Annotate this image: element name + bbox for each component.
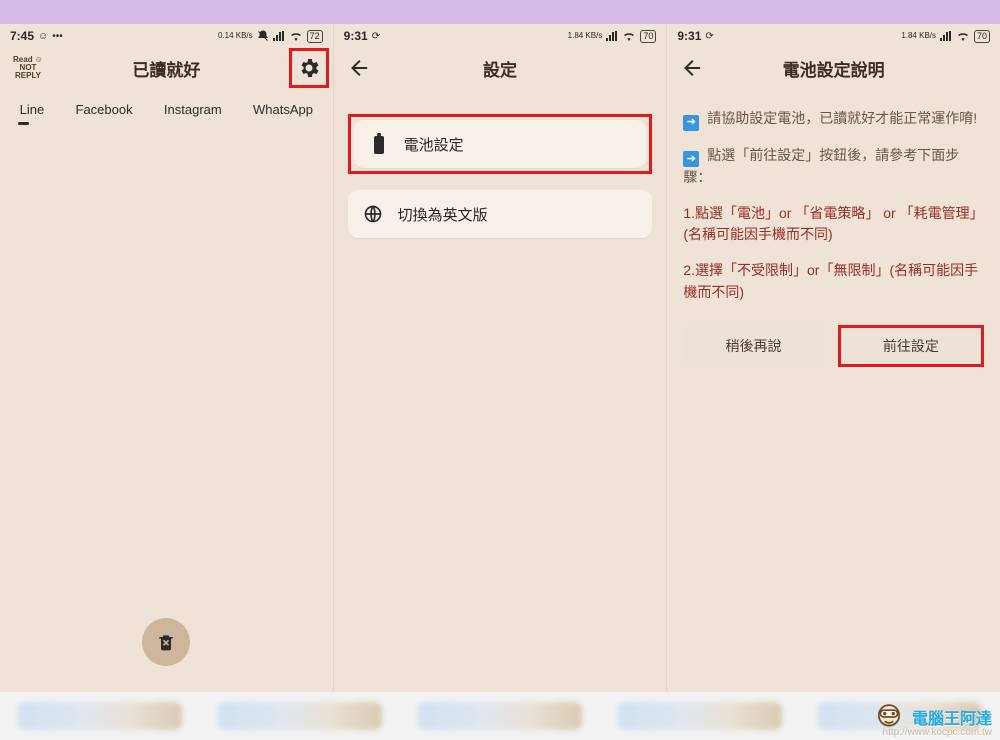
header: Read ☺ NOT REPLY 已讀就好 (0, 46, 333, 90)
arrow-left-icon (347, 57, 369, 79)
clock: 9:31 (344, 29, 368, 43)
battery-settings-item[interactable]: 電池設定 (354, 120, 647, 168)
watermark-text: 電腦王阿達 (912, 705, 992, 729)
status-dots: ••• (52, 31, 63, 42)
status-emoji: ☺ (38, 31, 48, 42)
status-bar: 7:45 ☺ ••• 0.14 KB/s 72 (0, 24, 333, 46)
tab-whatsapp[interactable]: WhatsApp (249, 96, 317, 123)
messenger-tabs: Line Facebook Instagram WhatsApp (0, 90, 333, 123)
header: 電池設定說明 (667, 46, 1000, 90)
mute-icon (257, 30, 269, 42)
instructions: ➔ 請協助設定電池，已讀就好才能正常運作唷! ➔ 點選「前往設定」按鈕後，請參考… (667, 90, 1000, 317)
gear-icon (297, 56, 321, 80)
status-icon: ⟳ (705, 31, 713, 42)
battery-icon (368, 133, 390, 155)
language-switch-item[interactable]: 切換為英文版 (348, 190, 653, 238)
later-label: 稍後再說 (726, 336, 782, 356)
go-settings-label: 前往設定 (883, 336, 939, 356)
instruction-line2: 點選「前往設定」按鈕後，請參考下面步驟： (683, 147, 959, 186)
net-speed: 0.14 KB/s (218, 32, 253, 40)
globe-icon (362, 204, 384, 224)
status-bar: 9:31 ⟳ 1.84 KB/s 70 (334, 24, 667, 46)
clock: 9:31 (677, 29, 701, 43)
net-speed: 1.84 KB/s (568, 32, 603, 40)
language-switch-label: 切換為英文版 (398, 204, 488, 225)
screen-battery-help: 9:31 ⟳ 1.84 KB/s 70 電池設定說明 ➔ (666, 24, 1000, 692)
watermark: 電腦王阿達 http://www.kocpc.com.tw (872, 700, 992, 734)
app-logo: Read ☺ NOT REPLY (6, 46, 50, 90)
blurred-nav-bar (0, 692, 1000, 740)
instruction-line1: 請協助設定電池，已讀就好才能正常運作唷! (707, 110, 977, 126)
status-icon: ⟳ (372, 31, 380, 42)
arrow-left-icon (680, 57, 702, 79)
battery-settings-highlight: 電池設定 (348, 114, 653, 174)
status-bar: 9:31 ⟳ 1.84 KB/s 70 (667, 24, 1000, 46)
screen-main: 7:45 ☺ ••• 0.14 KB/s 72 (0, 24, 333, 692)
back-button[interactable] (673, 46, 709, 90)
tab-line[interactable]: Line (16, 96, 49, 123)
instruction-step2: 2.選擇「不受限制」or「無限制」(名稱可能因手機而不同) (683, 260, 984, 303)
wifi-icon (956, 31, 970, 41)
tab-facebook[interactable]: Facebook (72, 96, 137, 123)
screen-settings: 9:31 ⟳ 1.84 KB/s 70 設定 (333, 24, 667, 692)
battery-level: 70 (640, 30, 656, 43)
go-settings-button[interactable]: 前往設定 (838, 325, 984, 367)
trash-fab[interactable] (142, 618, 190, 666)
trash-icon (156, 632, 176, 652)
watermark-url: http://www.kocpc.com.tw (883, 727, 992, 738)
tab-instagram[interactable]: Instagram (160, 96, 226, 123)
wifi-icon (289, 31, 303, 41)
later-button[interactable]: 稍後再說 (683, 325, 823, 367)
page-title: 已讀就好 (132, 56, 200, 81)
clock: 7:45 (10, 29, 34, 43)
signal-icon (940, 31, 952, 41)
decorative-top-bar (0, 0, 1000, 24)
arrow-right-icon: ➔ (683, 151, 699, 167)
header: 設定 (334, 46, 667, 90)
page-title: 電池設定說明 (783, 56, 885, 81)
wifi-icon (622, 31, 636, 41)
action-buttons: 稍後再說 前往設定 (667, 325, 1000, 367)
instruction-step1a: 1.點選「電池」or 「省電策略」 or 「耗電管理」 (683, 205, 983, 221)
arrow-right-icon: ➔ (683, 115, 699, 131)
net-speed: 1.84 KB/s (901, 32, 936, 40)
settings-button[interactable] (289, 48, 329, 88)
back-button[interactable] (340, 46, 376, 90)
signal-icon (606, 31, 618, 41)
battery-level: 72 (307, 30, 323, 43)
battery-level: 70 (974, 30, 990, 43)
battery-settings-label: 電池設定 (404, 134, 464, 155)
signal-icon (273, 31, 285, 41)
logo-line2: NOT REPLY (6, 64, 50, 80)
instruction-step1b: (名稱可能因手機而不同) (683, 226, 832, 242)
page-title: 設定 (483, 56, 517, 81)
